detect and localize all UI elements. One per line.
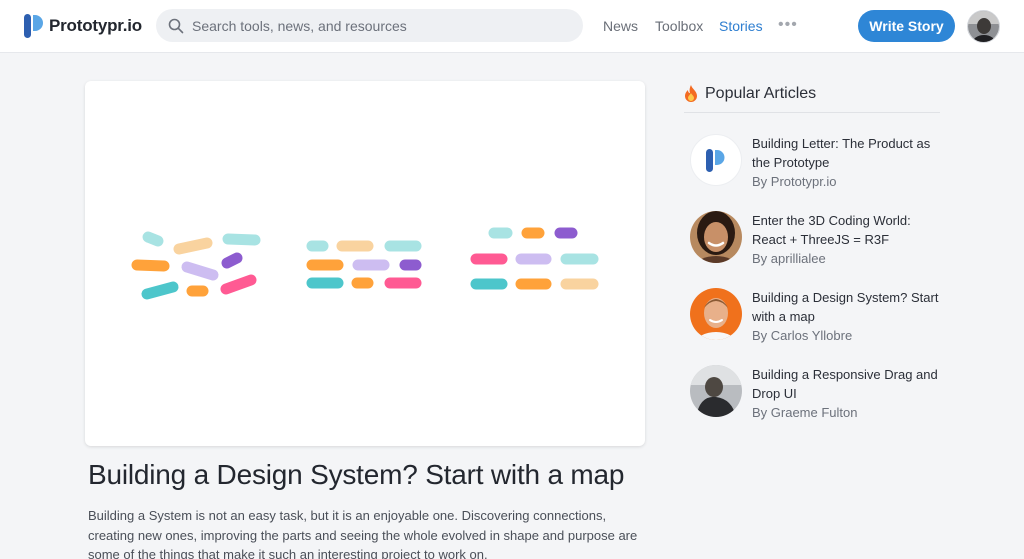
- article-title[interactable]: Building a Design System? Start with a m…: [88, 459, 625, 491]
- article-excerpt: Building a System is not an easy task, b…: [88, 508, 638, 559]
- author-avatar: [690, 365, 742, 417]
- popular-article-item[interactable]: Building Letter: The Product as the Prot…: [690, 134, 950, 194]
- fire-icon: [685, 85, 697, 102]
- popular-article-author: By Carlos Yllobre: [752, 328, 853, 343]
- popular-article-title[interactable]: Building Letter: The Product as the Prot…: [752, 134, 948, 172]
- popular-article-author: By Graeme Fulton: [752, 405, 858, 420]
- more-menu-icon[interactable]: •••: [778, 16, 798, 34]
- search-bar[interactable]: [156, 9, 583, 42]
- author-avatar: [690, 288, 742, 340]
- write-story-button[interactable]: Write Story: [858, 10, 955, 42]
- brand-name: Prototypr.io: [49, 16, 142, 35]
- popular-article-author: By aprillialee: [752, 251, 826, 266]
- top-navbar: Prototypr.io News Toolbox Stories ••• Wr…: [0, 0, 1024, 53]
- nav-toolbox[interactable]: Toolbox: [655, 18, 703, 34]
- user-avatar-image: [968, 11, 999, 42]
- popular-article-title[interactable]: Enter the 3D Coding World: React + Three…: [752, 211, 948, 249]
- author-photo: [690, 365, 742, 417]
- nav-stories[interactable]: Stories: [719, 18, 763, 34]
- popular-article-item[interactable]: Enter the 3D Coding World: React + Three…: [690, 211, 950, 271]
- search-icon: [168, 18, 184, 33]
- author-avatar: [690, 211, 742, 263]
- brand-logo[interactable]: Prototypr.io: [24, 14, 142, 38]
- author-photo: [690, 211, 742, 263]
- popular-article-title[interactable]: Building a Design System? Start with a m…: [752, 288, 948, 326]
- article-hero-image[interactable]: [85, 81, 645, 446]
- author-photo: [690, 288, 742, 340]
- article-thumbnail: [690, 134, 742, 186]
- prototypr-logo-icon: [706, 149, 725, 172]
- nav-news[interactable]: News: [603, 18, 638, 34]
- popular-articles-title: Popular Articles: [705, 85, 817, 102]
- popular-article-item[interactable]: Building a Design System? Start with a m…: [690, 288, 950, 348]
- popular-article-author: By Prototypr.io: [752, 174, 837, 189]
- prototypr-logo-icon: [24, 14, 43, 38]
- user-avatar[interactable]: [967, 10, 1000, 43]
- popular-article-item[interactable]: Building a Responsive Drag and Drop UI B…: [690, 365, 950, 425]
- popular-articles-header: Popular Articles: [684, 84, 940, 113]
- search-input[interactable]: [192, 17, 572, 34]
- design-system-map-illustration: [131, 227, 599, 300]
- popular-article-title[interactable]: Building a Responsive Drag and Drop UI: [752, 365, 948, 403]
